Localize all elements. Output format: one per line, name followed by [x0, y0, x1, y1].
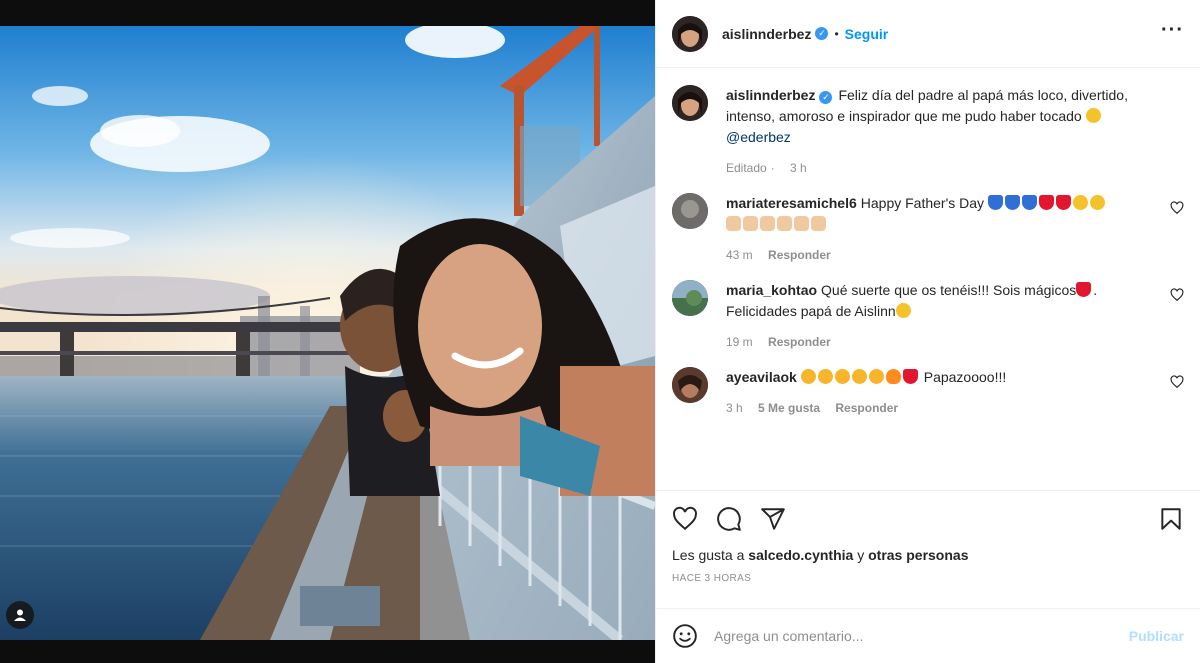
comment-text: Papazoooo!!! [923, 369, 1007, 385]
author-avatar[interactable] [672, 15, 708, 52]
comment-like-heart-icon[interactable] [1170, 201, 1184, 215]
person-icon [14, 609, 26, 621]
likes-summary: Les gusta a salcedo.cynthia y otras pers… [672, 547, 1184, 563]
heart-eyes-emoji-icon [834, 369, 850, 384]
thumbs-up-emoji-icon [726, 216, 741, 231]
author-username[interactable]: aislinnderbez [722, 26, 811, 42]
fire-emoji-icon [885, 369, 901, 384]
more-options-icon[interactable]: ··· [1161, 20, 1184, 43]
caption-mention-link[interactable]: @ederbez [726, 129, 791, 145]
blue-heart-emoji-icon [1021, 195, 1037, 210]
sun-emoji-icon [1072, 195, 1088, 210]
red-heart-emoji-icon [1076, 282, 1092, 297]
verified-badge-icon: ✓ [819, 91, 833, 104]
follow-button[interactable]: Seguir [845, 26, 889, 42]
header-separator: • [834, 26, 839, 41]
blue-heart-emoji-icon [1004, 195, 1020, 210]
liker-username[interactable]: salcedo.cynthia [748, 547, 853, 563]
clap-emoji-icon [760, 216, 775, 231]
comment-likes-count[interactable]: 5 Me gusta [758, 401, 820, 415]
comment-meta: 3 h 5 Me gusta Responder [726, 398, 1146, 419]
blue-heart-emoji-icon [987, 195, 1003, 210]
comment-body: mariateresamichel6 Happy Father's Day 43 … [726, 193, 1146, 280]
comment-body: maria_kohtao Qué suerte que os tenéis!!! … [726, 280, 1146, 367]
post-details-panel: aislinnderbez ✓ • Seguir ··· aislinnderb… [655, 0, 1200, 663]
red-heart-emoji-icon [1055, 195, 1071, 210]
comment-input[interactable] [714, 628, 1129, 644]
comment-avatar-image [672, 280, 708, 316]
emoji-smile-icon[interactable] [672, 623, 698, 649]
heart-eyes-emoji-icon [800, 369, 816, 384]
comment-avatar[interactable] [672, 193, 708, 229]
verified-badge-icon: ✓ [815, 27, 829, 40]
comments-list: aislinnderbez ✓ Feliz día del padre al pap… [656, 69, 1200, 489]
comment-username[interactable]: maria_kohtao [726, 282, 817, 298]
comment-meta: 43 m Responder [726, 245, 1146, 266]
post-timestamp[interactable]: HACE 3 HORAS [672, 573, 1184, 584]
publish-button[interactable]: Publicar [1129, 628, 1184, 644]
author-avatar-image [672, 15, 708, 52]
clap-emoji-icon [777, 216, 792, 231]
likes-others-link[interactable]: otras personas [868, 547, 968, 563]
caption-avatar-image [672, 85, 708, 121]
caption-body: aislinnderbez ✓ Feliz día del padre al pap… [726, 85, 1146, 193]
comment-avatar[interactable] [672, 367, 708, 403]
pray-emoji-icon [794, 216, 809, 231]
comment-time[interactable]: 3 h [726, 401, 743, 415]
comment-meta: 19 m Responder [726, 332, 1146, 353]
likes-prefix: Les gusta a [672, 547, 745, 563]
red-heart-emoji-icon [1038, 195, 1054, 210]
clap-emoji-icon [895, 303, 911, 318]
comment-avatar[interactable] [672, 280, 708, 316]
heart-eyes-emoji-icon [851, 369, 867, 384]
caption-meta: Editado · 3 h [726, 158, 1146, 179]
comment-like-heart-icon[interactable] [1170, 375, 1184, 389]
comment-text: Happy Father's Day [860, 195, 985, 211]
heart-eyes-emoji-icon [868, 369, 884, 384]
likes-connector: y [857, 547, 865, 563]
red-heart-emoji-icon [902, 369, 918, 384]
comment-text: Qué suerte que os tenéis!!! Sois mágicos [821, 282, 1077, 298]
heart-icon[interactable] [672, 506, 698, 532]
post-media-panel [0, 0, 655, 663]
comment-item: maria_kohtao Qué suerte que os tenéis!!! … [672, 280, 1184, 367]
caption-avatar[interactable] [672, 85, 708, 121]
comment-avatar-image [672, 193, 708, 229]
heart-eyes-emoji-icon [817, 369, 833, 384]
caption-username[interactable]: aislinnderbez [726, 87, 815, 103]
thumbs-up-emoji-icon [743, 216, 758, 231]
sun-emoji-icon [1089, 195, 1105, 210]
comment-username[interactable]: mariateresamichel6 [726, 195, 857, 211]
caption-time[interactable]: 3 h [790, 161, 807, 175]
action-icons-row [672, 505, 1184, 533]
post-photo[interactable] [0, 26, 655, 640]
reply-button[interactable]: Responder [768, 335, 831, 349]
paper-plane-icon[interactable] [760, 506, 786, 532]
comment-avatar-image [672, 367, 708, 403]
caption-edited-label: Editado [726, 161, 767, 175]
selfie-river-bridge-image [0, 26, 655, 640]
tagged-users-button[interactable] [6, 601, 34, 629]
comment-time[interactable]: 43 m [726, 248, 753, 262]
post-actions: Les gusta a salcedo.cynthia y otras pers… [656, 490, 1200, 607]
bookmark-icon[interactable] [1158, 506, 1184, 532]
comment-item: mariateresamichel6 Happy Father's Day 43 … [672, 193, 1184, 280]
comment-username[interactable]: ayeavilaok [726, 369, 797, 385]
comment-time[interactable]: 19 m [726, 335, 753, 349]
pray-emoji-icon [811, 216, 826, 231]
comment-icon[interactable] [716, 506, 742, 532]
smiling-hearts-emoji-icon [1085, 108, 1101, 123]
caption: aislinnderbez ✓ Feliz día del padre al pap… [672, 85, 1184, 193]
reply-button[interactable]: Responder [768, 248, 831, 262]
reply-button[interactable]: Responder [835, 401, 898, 415]
comment-like-heart-icon[interactable] [1170, 288, 1184, 302]
comment-body: ayeavilaok Papazoooo!!! 3 h 5 Me gusta R… [726, 367, 1146, 433]
post-header: aislinnderbez ✓ • Seguir ··· [656, 0, 1200, 68]
caption-dot: · [770, 161, 775, 175]
comment-item: ayeavilaok Papazoooo!!! 3 h 5 Me gusta R… [672, 367, 1184, 433]
comment-composer: Publicar [656, 608, 1200, 663]
